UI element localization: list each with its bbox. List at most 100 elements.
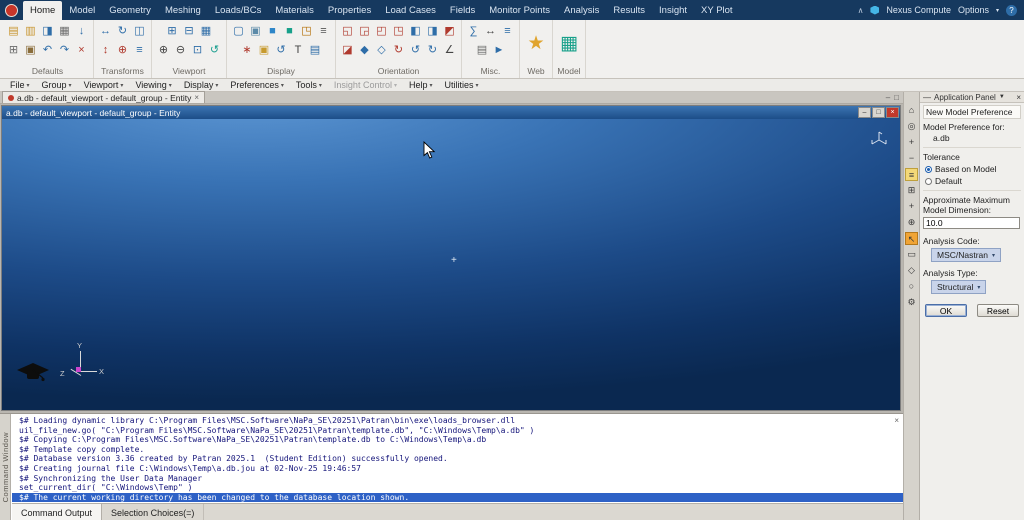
align-icon[interactable]: ≡ (132, 43, 147, 58)
restore-docs-icon[interactable]: □ (894, 93, 899, 102)
close-tab-icon[interactable]: × (194, 93, 199, 102)
minimize-viewport-icon[interactable]: – (858, 107, 871, 118)
close-viewport-icon[interactable]: × (886, 107, 899, 118)
help-icon[interactable]: ? (1006, 5, 1017, 16)
position-icon[interactable]: ⊕ (115, 43, 130, 58)
legend-icon[interactable]: ▤ (308, 43, 323, 58)
rotate-icon[interactable]: ↻ (115, 24, 130, 39)
viewport-home-icon[interactable]: ⌂ (905, 104, 918, 117)
ribbon-tab-results[interactable]: Results (606, 1, 652, 20)
panel-close-icon[interactable]: × (1016, 93, 1021, 102)
snapshot-icon[interactable]: ◎ (905, 120, 918, 133)
menu-viewing[interactable]: Viewing▾ (129, 80, 177, 90)
menu-group[interactable]: Group▾ (36, 80, 78, 90)
plot-markers-icon[interactable]: ∗ (240, 43, 255, 58)
scale-icon[interactable]: ↕ (98, 43, 113, 58)
session-file-icon[interactable]: ▤ (475, 43, 490, 58)
redo-icon[interactable]: ↷ (57, 43, 72, 58)
menu-viewport[interactable]: Viewport▾ (78, 80, 130, 90)
tolerance-option-based-on-model[interactable]: Based on Model (925, 164, 1021, 174)
undo-icon[interactable]: ↶ (40, 43, 55, 58)
iso4-view-icon[interactable]: ◇ (374, 43, 389, 58)
top-view-icon[interactable]: ◰ (374, 24, 389, 39)
select-cursor-icon[interactable]: ↖ (905, 232, 918, 245)
ribbon-tab-analysis[interactable]: Analysis (557, 1, 606, 20)
ribbon-tab-model[interactable]: Model (62, 1, 102, 20)
bottom-view-icon[interactable]: ◳ (391, 24, 406, 39)
paste-icon[interactable]: ▣ (23, 43, 38, 58)
web-resources-icon[interactable]: ★ (524, 27, 548, 61)
menu-utilities[interactable]: Utilities▾ (439, 80, 485, 90)
zoom-in-icon[interactable]: + (905, 136, 918, 149)
ribbon-tab-home[interactable]: Home (23, 1, 62, 20)
grid-snap-icon[interactable]: ⊞ (905, 184, 918, 197)
mirror-icon[interactable]: ◫ (132, 24, 147, 39)
menu-insight-control[interactable]: Insight Control▾ (328, 80, 403, 90)
tab-command-output[interactable]: Command Output (12, 504, 102, 520)
panel-caret-icon[interactable]: ▼ (999, 94, 1005, 100)
left-view-icon[interactable]: ◧ (408, 24, 423, 39)
crosshair-pick-icon[interactable]: + (905, 200, 918, 213)
list-icon[interactable]: ≡ (500, 24, 515, 39)
menu-file[interactable]: File▾ (4, 80, 36, 90)
nexus-compute-label[interactable]: Nexus Compute (886, 5, 951, 15)
translate-icon[interactable]: ↔ (98, 24, 113, 39)
rotate-y-icon[interactable]: ↺ (408, 43, 423, 58)
mass-properties-icon[interactable]: ∑ (466, 24, 481, 39)
tile-viewports-icon[interactable]: ⊟ (182, 24, 197, 39)
smooth-shaded-icon[interactable]: ■ (282, 24, 297, 39)
panel-collapse-icon[interactable]: — (923, 93, 931, 102)
right-view-icon[interactable]: ◨ (425, 24, 440, 39)
front-view-icon[interactable]: ◱ (340, 24, 355, 39)
back-view-icon[interactable]: ◲ (357, 24, 372, 39)
pick-settings-icon[interactable]: ⚙ (905, 296, 918, 309)
ribbon-tab-xy-plot[interactable]: XY Plot (694, 1, 740, 20)
ribbon-tab-properties[interactable]: Properties (321, 1, 378, 20)
graphics-viewport[interactable]: + Y X Z (2, 119, 900, 410)
app-logo-icon[interactable] (5, 4, 18, 17)
viewport-options-icon[interactable]: ▦ (199, 24, 214, 39)
entity-list-icon[interactable]: ≡ (905, 168, 918, 181)
shaded-icon[interactable]: ■ (265, 24, 280, 39)
zoom-out-icon[interactable]: − (905, 152, 918, 165)
new-database-icon[interactable]: ▤ (6, 24, 21, 39)
titles-icon[interactable]: T (291, 43, 306, 58)
zoom-out-icon[interactable]: ⊖ (173, 43, 188, 58)
zoom-in-icon[interactable]: ⊕ (156, 43, 171, 58)
analysis-code-dropdown[interactable]: MSC/Nastran ▾ (931, 248, 1001, 262)
reset-graphics-icon[interactable]: ↺ (274, 43, 289, 58)
delete-icon[interactable]: × (74, 43, 89, 58)
iso2-view-icon[interactable]: ◪ (340, 43, 355, 58)
circle-select-icon[interactable]: ○ (905, 280, 918, 293)
ribbon-tab-load-cases[interactable]: Load Cases (378, 1, 443, 20)
import-icon[interactable]: ↓ (74, 24, 89, 39)
model-dimension-input[interactable] (923, 217, 1020, 229)
refresh-view-icon[interactable]: ↺ (207, 43, 222, 58)
menu-display[interactable]: Display▾ (178, 80, 225, 90)
ribbon-tab-loads-bcs[interactable]: Loads/BCs (208, 1, 268, 20)
ribbon-tab-monitor-points[interactable]: Monitor Points (482, 1, 557, 20)
new-viewport-icon[interactable]: ⊞ (165, 24, 180, 39)
document-tab[interactable]: a.db - default_viewport - default_group … (2, 91, 205, 103)
iso1-view-icon[interactable]: ◩ (442, 24, 457, 39)
rotate-z-icon[interactable]: ↻ (425, 43, 440, 58)
view-orientation-icon[interactable] (868, 129, 890, 151)
hidden-line-icon[interactable]: ▣ (248, 24, 263, 39)
rotate-x-icon[interactable]: ↻ (391, 43, 406, 58)
display-lines-icon[interactable]: ≡ (316, 24, 331, 39)
ribbon-tab-materials[interactable]: Materials (268, 1, 321, 20)
fit-view-icon[interactable]: ⊡ (190, 43, 205, 58)
maximize-viewport-icon[interactable]: □ (872, 107, 885, 118)
command-window-side-tab[interactable]: Command Window (0, 414, 11, 520)
tolerance-option-default[interactable]: Default (925, 176, 1021, 186)
centroid-pick-icon[interactable]: ⊕ (905, 216, 918, 229)
tab-selection-choices[interactable]: Selection Choices(=) (102, 504, 204, 520)
ribbon-tab-fields[interactable]: Fields (443, 1, 482, 20)
menu-tools[interactable]: Tools▾ (290, 80, 328, 90)
wireframe-icon[interactable]: ▢ (231, 24, 246, 39)
reset-button[interactable]: Reset (977, 304, 1019, 317)
iso3-view-icon[interactable]: ◆ (357, 43, 372, 58)
print-icon[interactable]: ▦ (57, 24, 72, 39)
menu-preferences[interactable]: Preferences▾ (224, 80, 290, 90)
open-database-icon[interactable]: ▥ (23, 24, 38, 39)
